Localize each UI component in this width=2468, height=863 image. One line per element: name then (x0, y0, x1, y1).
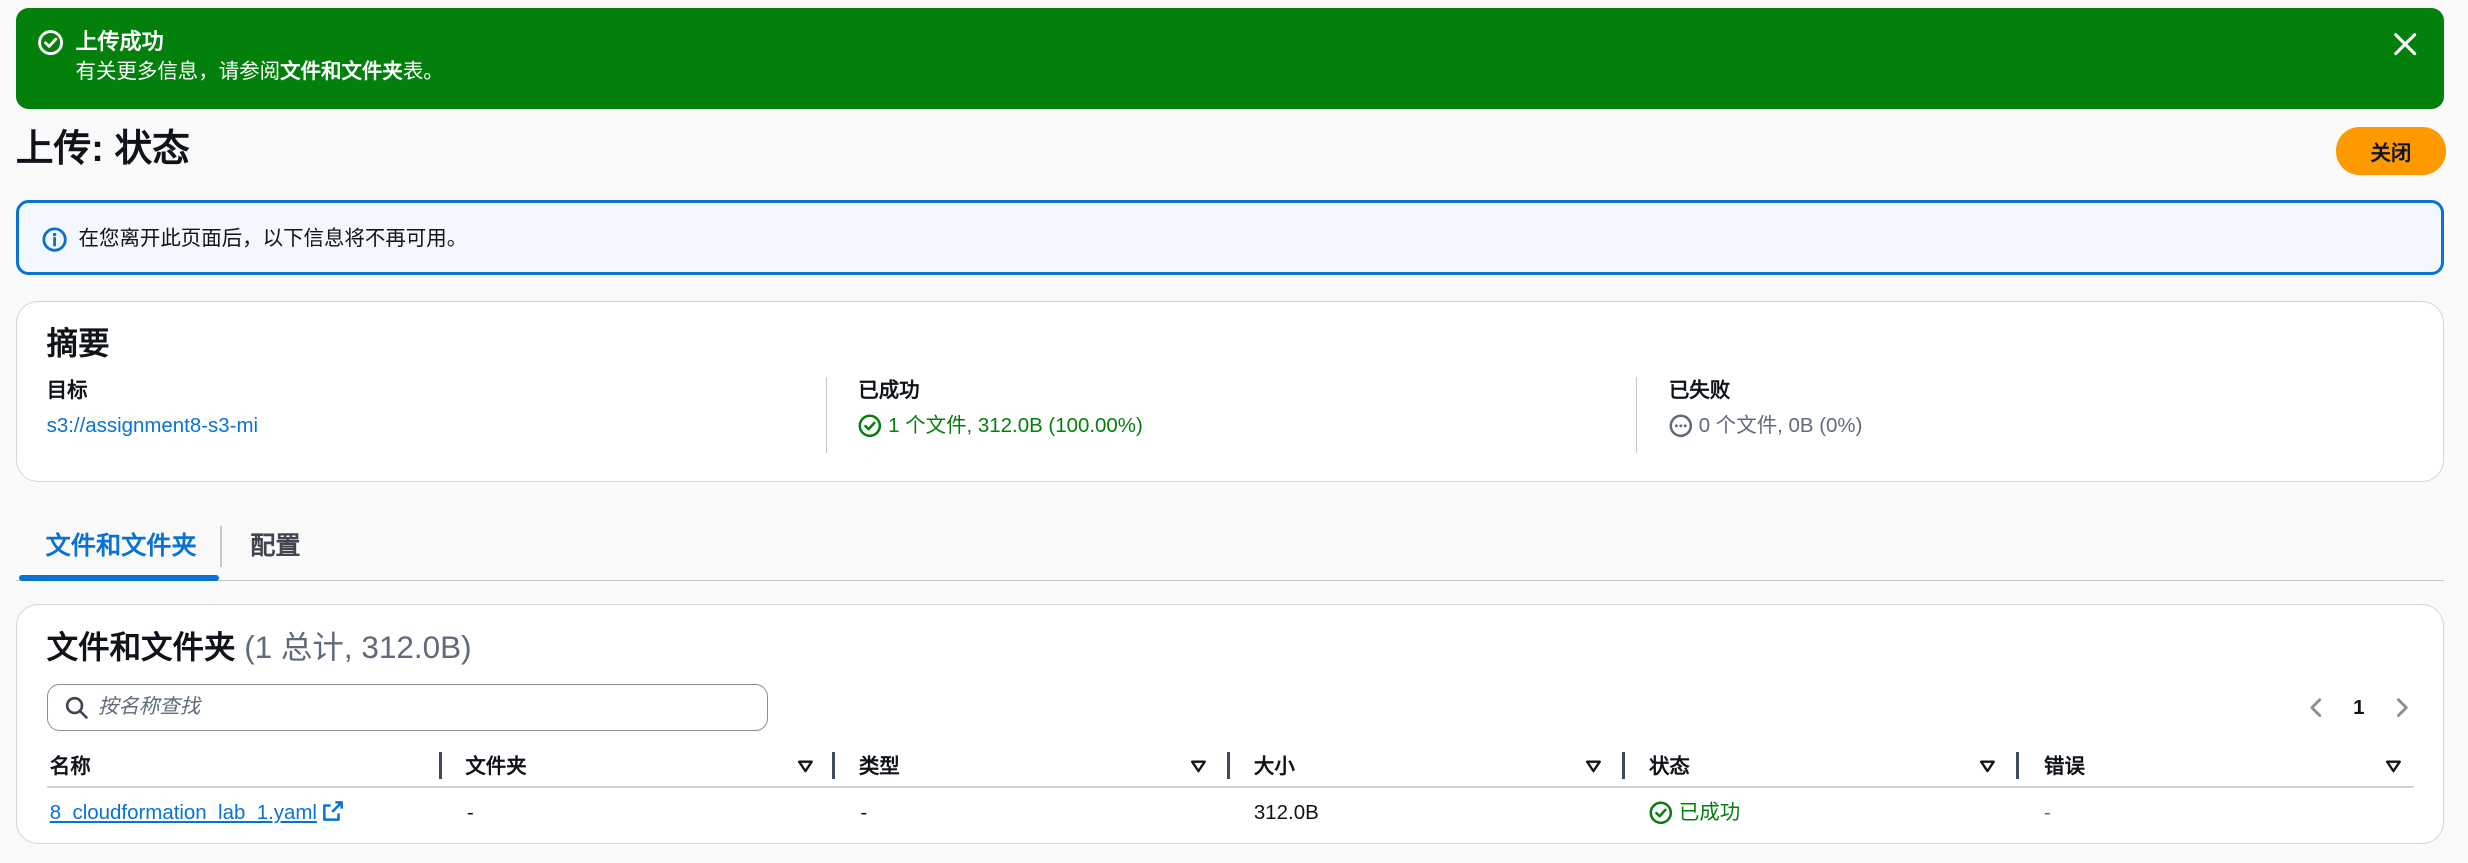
destination-column: 目标 s3://assignment8-s3-mi (47, 377, 818, 453)
close-button[interactable]: 关闭 (2335, 127, 2446, 175)
cell-status: 已成功 (1649, 799, 1740, 827)
failed-value: 0 个文件, 0B (0%) (1698, 413, 1863, 437)
cell-size: 312.0B (1253, 801, 1319, 824)
sort-caret-down-icon[interactable] (796, 757, 815, 776)
sort-caret-down-icon[interactable] (1584, 757, 1603, 776)
column-header-folder[interactable]: 文件夹 (465, 753, 526, 781)
status-text: 已成功 (1678, 801, 1741, 824)
files-table-count: (1 总计, 312.0B) (244, 630, 472, 666)
search-input[interactable] (97, 691, 744, 723)
success-flash-banner: 上传成功 有关更多信息，请参阅文件和文件夹表。 (15, 7, 2445, 109)
flash-title: 上传成功 (75, 29, 164, 55)
file-name: 8_cloudformation_lab_1.yaml (49, 801, 317, 824)
sort-caret-down-icon[interactable] (1978, 757, 1997, 776)
column-header-name[interactable]: 名称 (50, 753, 91, 781)
column-header-error[interactable]: 错误 (2044, 753, 2085, 781)
check-circle-icon (1649, 801, 1673, 825)
sort-caret-down-icon[interactable] (1189, 757, 1208, 776)
summary-card: 摘要 目标 s3://assignment8-s3-mi 已成功 1 个文件, … (15, 300, 2445, 482)
flash-desc-link: 文件和文件夹 (280, 60, 403, 84)
search-icon (65, 696, 88, 719)
page-number[interactable]: 1 (2329, 696, 2389, 720)
check-circle-icon (37, 30, 63, 55)
active-tab-indicator (18, 574, 219, 581)
column-header-size[interactable]: 大小 (1254, 753, 1295, 781)
column-header-status[interactable]: 状态 (1649, 753, 1690, 781)
info-alert-text: 在您离开此页面后，以下信息将不再可用。 (78, 226, 468, 250)
info-alert: 在您离开此页面后，以下信息将不再可用。 (15, 199, 2445, 276)
check-circle-icon (858, 414, 882, 438)
failed-column: 已失败 0 个文件, 0B (0%) (1636, 377, 2423, 453)
succeeded-column: 已成功 1 个文件, 312.0B (100.00%) (825, 377, 1621, 453)
column-resizer[interactable] (1622, 751, 1626, 779)
flash-desc-prefix: 有关更多信息，请参阅 (75, 60, 281, 84)
column-resizer[interactable] (438, 751, 442, 779)
succeeded-value: 1 个文件, 312.0B (100.00%) (888, 413, 1143, 437)
files-table-title: 文件和文件夹 (1 总计, 312.0B) (47, 629, 472, 667)
table-header-divider (46, 786, 2414, 788)
column-resizer[interactable] (2015, 751, 2019, 779)
file-name-link[interactable]: 8_cloudformation_lab_1.yaml (50, 801, 344, 824)
cell-type: - (860, 801, 868, 824)
files-table-card: 文件和文件夹 (1 总计, 312.0B) 1 名称 文件夹 类型 大小 (15, 604, 2445, 844)
pagination: 1 (2304, 694, 2414, 722)
sort-caret-down-icon[interactable] (2384, 757, 2403, 776)
destination-link[interactable]: s3://assignment8-s3-mi (47, 412, 258, 440)
flash-desc-suffix: 表。 (402, 60, 444, 84)
flash-description: 有关更多信息，请参阅文件和文件夹表。 (76, 58, 444, 86)
info-icon (42, 226, 68, 252)
summary-title: 摘要 (46, 326, 110, 362)
failed-label: 已失败 (1668, 379, 1731, 403)
table-row: 8_cloudformation_lab_1.yaml (50, 799, 344, 827)
tab-configuration[interactable]: 配置 (250, 529, 300, 564)
chevron-left-icon[interactable] (2304, 695, 2329, 720)
upload-status-page: 上传成功 有关更多信息，请参阅文件和文件夹表。 上传: 状态 关闭 在您离开此页… (0, 0, 2468, 863)
tab-list: 文件和文件夹 配置 (15, 516, 2445, 581)
search-box (46, 684, 768, 732)
column-header-type[interactable]: 类型 (859, 753, 900, 781)
page-title: 上传: 状态 (15, 127, 190, 170)
cell-folder: - (466, 801, 474, 824)
tab-files-and-folders[interactable]: 文件和文件夹 (46, 529, 197, 564)
succeeded-label: 已成功 (858, 379, 920, 403)
cell-error: - (2044, 801, 2051, 824)
ellipsis-circle-icon (1669, 414, 1692, 438)
destination-label: 目标 (46, 379, 88, 403)
close-icon[interactable] (2391, 30, 2419, 58)
column-resizer[interactable] (832, 751, 836, 779)
files-table-heading: 文件和文件夹 (46, 630, 236, 666)
external-link-icon (322, 801, 343, 822)
column-resizer[interactable] (1227, 751, 1231, 779)
tab-divider (220, 525, 222, 567)
chevron-right-icon[interactable] (2389, 695, 2414, 720)
